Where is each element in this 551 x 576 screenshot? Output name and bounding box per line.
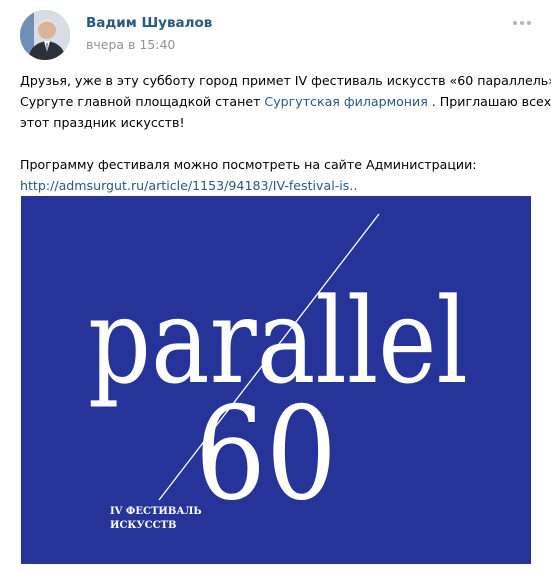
poster-caption-line: ИСКУССТВ (110, 520, 176, 531)
dot (520, 21, 524, 25)
post-text: Друзья, уже в эту субботу город примет I… (20, 70, 551, 196)
avatar-icon (20, 10, 70, 60)
more-dots-icon[interactable] (513, 18, 533, 28)
post-text-fragment: Сургуте главной площадкой станет (20, 94, 265, 109)
article-link[interactable]: http://admsurgut.ru/article/1153/94183/I… (20, 175, 535, 196)
poster-caption-line: IV ФЕСТИВАЛЬ (110, 506, 202, 517)
post-author-name[interactable]: Вадим Шувалов (86, 15, 212, 31)
dot (527, 21, 531, 25)
festival-poster-image[interactable]: parallel 60 IV ФЕСТИВАЛЬ ИСКУССТВ (21, 196, 531, 564)
philharmonic-link[interactable]: Сургутская филармония (264, 94, 427, 109)
poster-number: 60 (195, 380, 337, 529)
post-text-line: Сургуте главной площадкой станет Сургутс… (20, 91, 551, 112)
post-text-line: Друзья, уже в эту субботу город примет I… (20, 73, 551, 88)
post-header: Вадим Шувалов вчера в 15:40 (0, 0, 551, 68)
post-text-fragment: . Приглашаю всех на (431, 94, 551, 109)
author-avatar[interactable] (20, 10, 70, 60)
post-text-line: этот праздник искусств! (20, 115, 185, 130)
poster-graphic: parallel 60 IV ФЕСТИВАЛЬ ИСКУССТВ (88, 213, 468, 531)
post-text-line: Программу фестиваля можно посмотреть на … (20, 157, 477, 172)
dot (513, 21, 517, 25)
post-timestamp[interactable]: вчера в 15:40 (86, 37, 175, 52)
